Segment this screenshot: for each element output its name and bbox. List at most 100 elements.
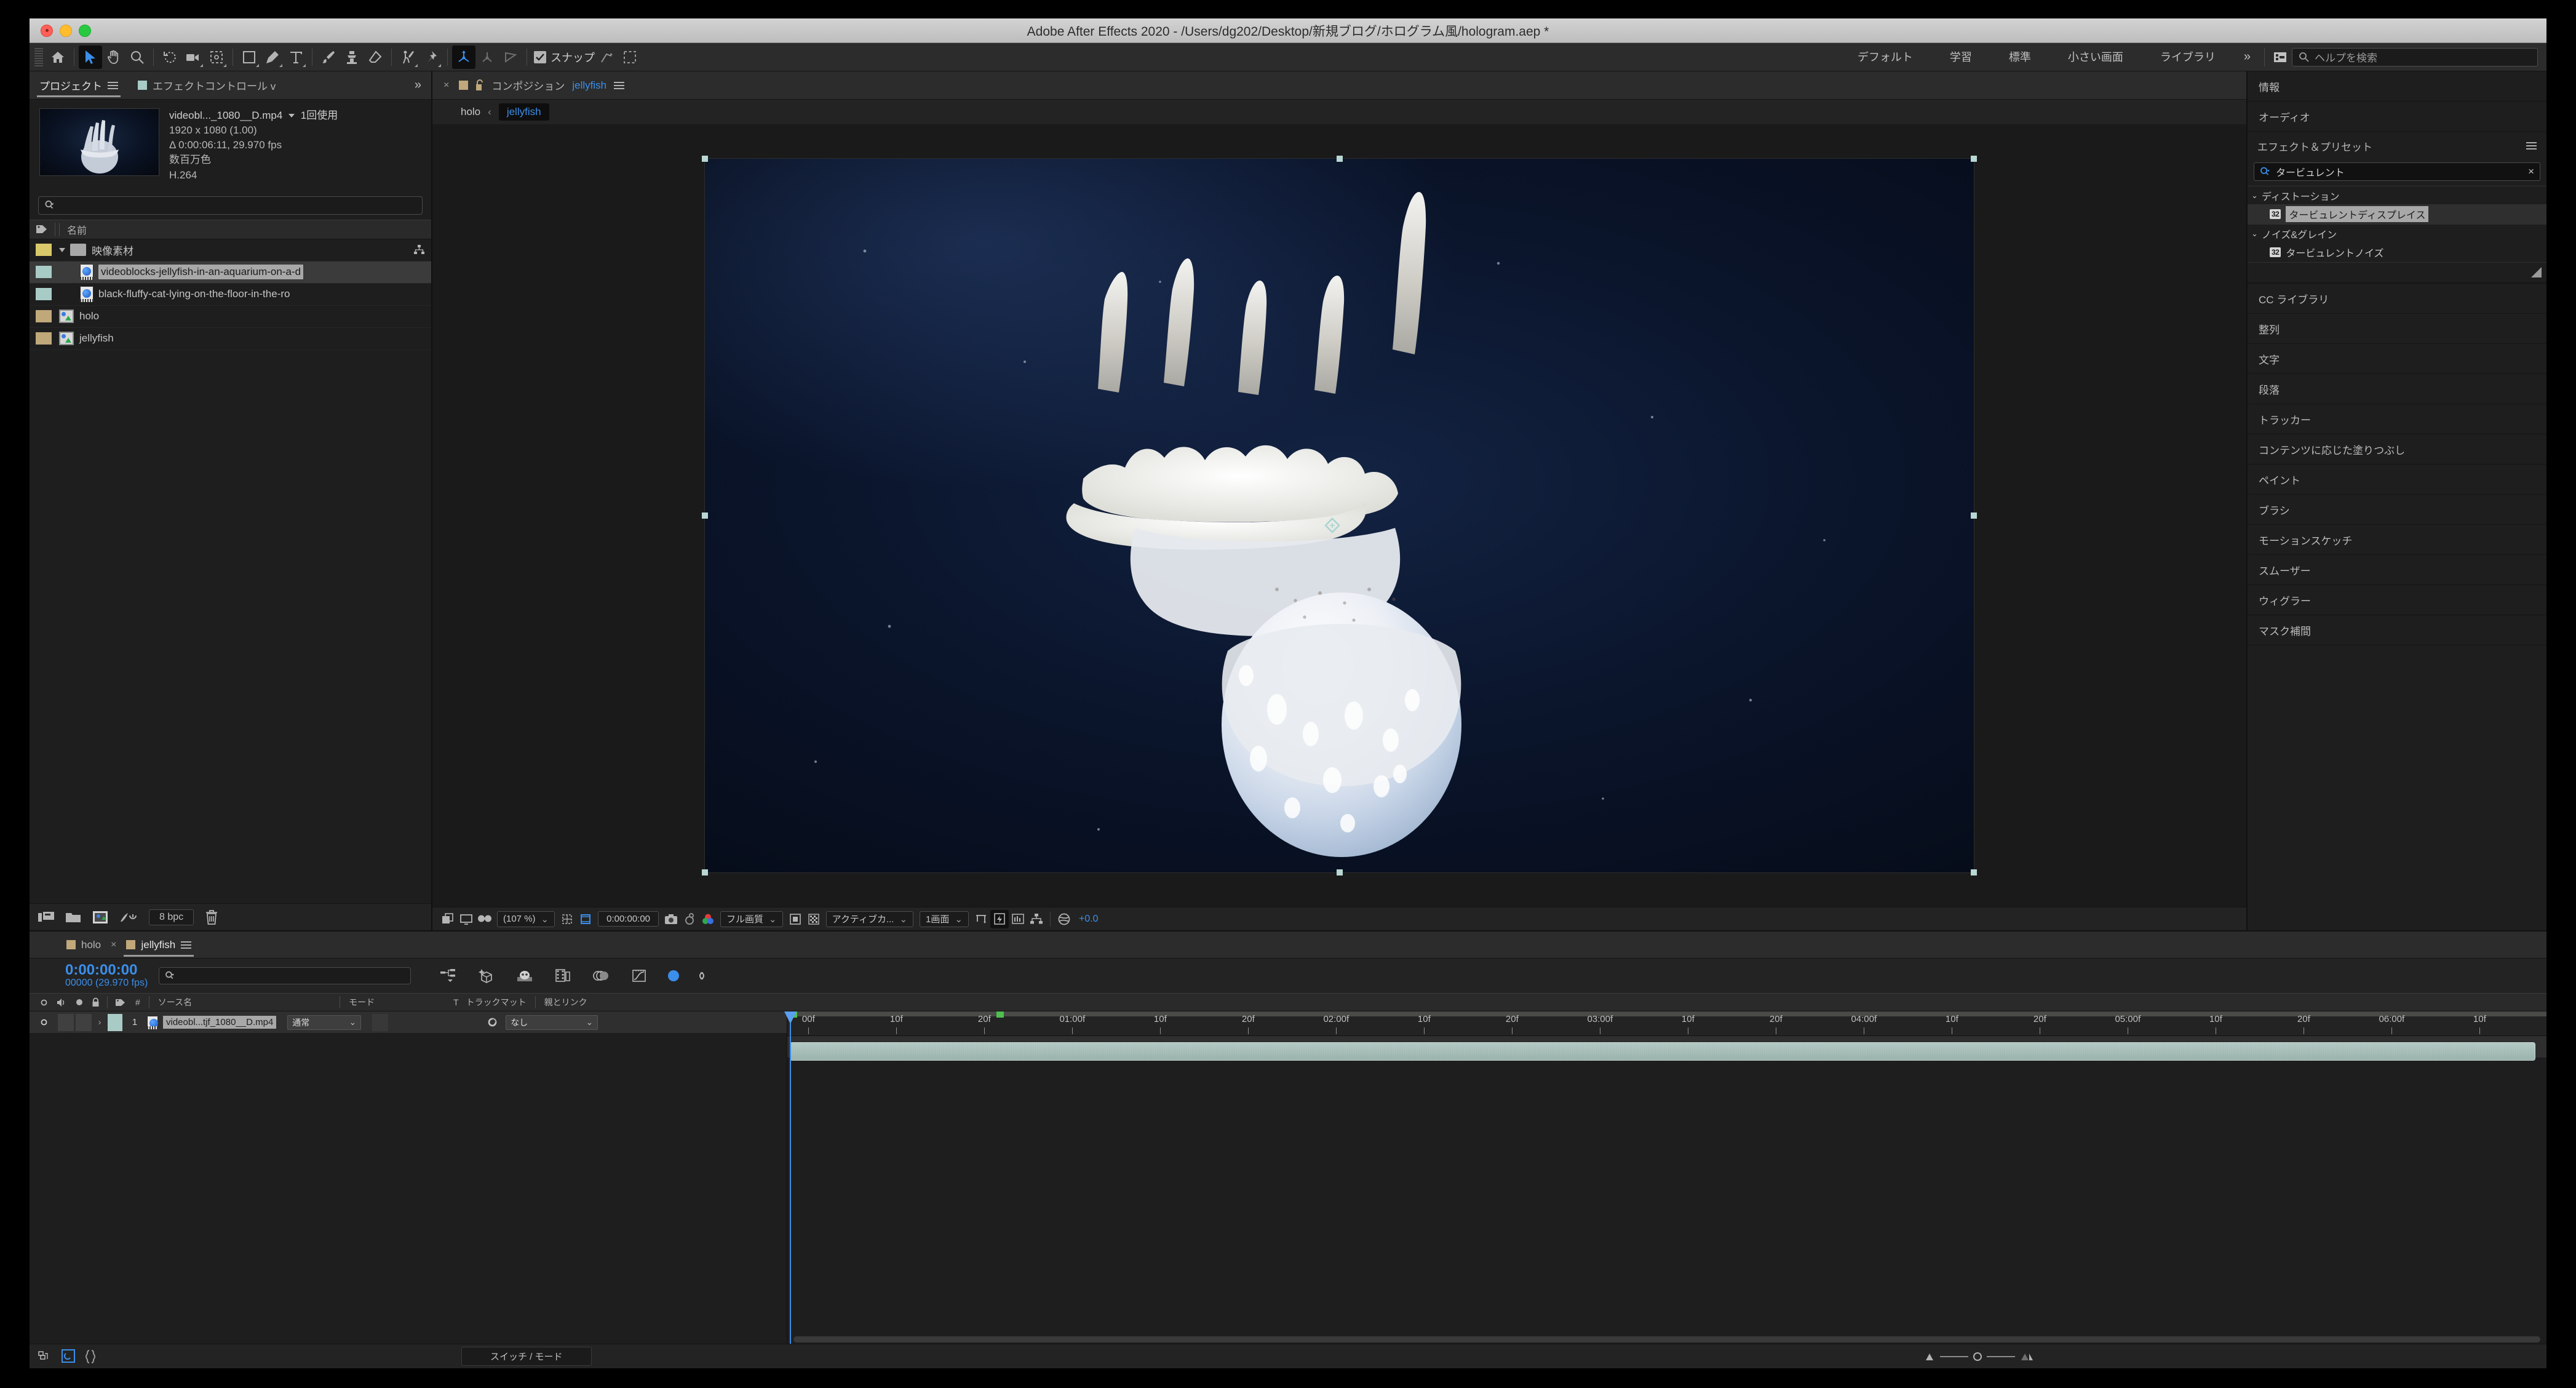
hierarchy-icon[interactable] (413, 244, 425, 255)
fast-previews-icon[interactable] (990, 909, 1009, 928)
tools-toolbar[interactable]: スナップ デフォルト 学習 標準 小さい画面 ライブラリ » ヘルプを検索 (30, 43, 2546, 71)
panel-paragraph[interactable]: 段落 (2248, 374, 2546, 404)
project-item-list[interactable]: 名前 映像素材 videoblocks-jellyfish-in-an-aqua… (30, 219, 431, 903)
help-search-input[interactable]: ヘルプを検索 (2292, 47, 2538, 66)
world-axis-mode-icon[interactable] (475, 46, 499, 69)
motion-blur-icon[interactable] (590, 965, 611, 986)
exposure-icon[interactable] (1055, 910, 1073, 928)
transparency-grid-icon[interactable] (805, 910, 823, 928)
toggle-transparency-grid-icon[interactable] (439, 910, 457, 928)
snapping-toggle[interactable]: スナップ (534, 49, 595, 65)
project-search-input[interactable] (38, 196, 423, 215)
local-axis-mode-icon[interactable] (452, 45, 475, 69)
current-time-indicator[interactable] (790, 1011, 791, 1344)
workspace-standard[interactable]: 標準 (1990, 43, 2049, 71)
snap-bounds-icon[interactable] (618, 46, 642, 69)
interpret-footage-icon[interactable] (38, 911, 54, 924)
project-tabs-overflow-icon[interactable]: » (405, 78, 431, 92)
work-area-bar[interactable] (787, 1011, 2546, 1016)
tab-composition[interactable]: コンポジション jellyfish (449, 71, 634, 100)
panel-content-aware-fill[interactable]: コンテンツに応じた塗りつぶし (2248, 434, 2546, 465)
list-item[interactable]: black-fluffy-cat-lying-on-the-floor-in-t… (30, 284, 431, 306)
type-tool-icon[interactable] (284, 46, 308, 69)
effects-category[interactable]: ⌄ ノイズ&グレイン (2248, 224, 2546, 242)
selection-handle[interactable] (702, 156, 708, 162)
show-snapshot-icon[interactable] (680, 910, 699, 928)
puppet-pin-tool-icon[interactable] (419, 46, 443, 69)
view-layout-select[interactable]: アクティブカ... ⌄ (825, 911, 914, 927)
list-item[interactable]: videoblocks-jellyfish-in-an-aquarium-on-… (30, 261, 431, 284)
view-axis-mode-icon[interactable] (499, 46, 522, 69)
zoom-level-select[interactable]: (107 %) ⌄ (497, 911, 555, 927)
panel-wiggler[interactable]: ウィグラー (2248, 585, 2546, 615)
panel-menu-icon[interactable] (2526, 142, 2537, 150)
timeline-horizontal-scrollbar[interactable] (793, 1336, 2540, 1342)
selection-handle[interactable] (1971, 869, 1977, 875)
expression-braces-icon[interactable] (85, 1349, 96, 1364)
channel-select-icon[interactable] (699, 910, 717, 928)
timeline-tab-jellyfish[interactable]: jellyfish (116, 931, 201, 959)
timeline-zoom-slider[interactable] (1924, 1352, 2033, 1362)
track-matte-swatch[interactable] (372, 1013, 389, 1031)
list-item[interactable]: jellyfish (30, 328, 431, 350)
breadcrumb-current[interactable]: jellyfish (498, 103, 549, 121)
motion-blur-toggle-icon[interactable] (663, 965, 684, 986)
close-tab-icon[interactable]: × (443, 80, 449, 91)
new-composition-icon[interactable] (92, 911, 108, 924)
composition-breadcrumb[interactable]: holo ‹ jellyfish (432, 100, 2246, 124)
panel-menu-icon[interactable] (181, 941, 192, 949)
rectangle-tool-icon[interactable] (237, 46, 261, 69)
snap-checkbox-icon[interactable] (534, 50, 546, 63)
panel-cc-libraries[interactable]: CC ライブラリ (2248, 284, 2546, 314)
selection-handle[interactable] (1971, 513, 1977, 519)
zoom-slider-knob[interactable] (1973, 1352, 1982, 1361)
panel-mask-interpolation[interactable]: マスク補間 (2248, 615, 2546, 645)
toolbar-grip[interactable] (34, 47, 43, 66)
composition-viewer[interactable] (432, 124, 2246, 907)
layer-blend-mode-select[interactable]: 通常 ⌄ (287, 1015, 362, 1030)
close-window-button[interactable] (41, 24, 53, 37)
label-color-swatch[interactable] (36, 266, 52, 279)
comp-flowchart-icon[interactable] (1027, 910, 1046, 928)
label-color-swatch[interactable] (108, 1013, 122, 1031)
timecode-display[interactable]: 0:00:00:00 00000 (29.970 fps) (65, 963, 148, 989)
label-color-swatch[interactable] (36, 332, 52, 345)
timeline-graph-icon[interactable] (1009, 910, 1027, 928)
parent-pickwhip-icon[interactable] (487, 1016, 498, 1028)
take-snapshot-icon[interactable] (662, 910, 680, 928)
pan-behind-tool-icon[interactable] (205, 46, 228, 69)
home-icon[interactable] (46, 46, 70, 69)
panel-align[interactable]: 整列 (2248, 314, 2546, 344)
workspace-overflow-icon[interactable]: » (2234, 50, 2260, 64)
panel-resize-grip[interactable] (2248, 262, 2546, 283)
selection-handle[interactable] (702, 513, 708, 519)
panel-smoother[interactable]: スムーザー (2248, 555, 2546, 585)
pen-tool-icon[interactable] (261, 46, 284, 69)
maximize-window-button[interactable] (79, 24, 91, 37)
layer-duration-bar[interactable] (790, 1042, 2535, 1061)
clear-search-icon[interactable]: × (2528, 166, 2534, 178)
composition-viewer-toolbar[interactable]: (107 %) ⌄ 0:00:00:00 フル画質 ⌄ アクティブカ... ⌄ … (432, 907, 2246, 930)
composition-panel-tabs[interactable]: × コンポジション jellyfish (432, 71, 2246, 100)
project-panel-footer[interactable]: 8 bpc (30, 903, 431, 930)
bit-depth-button[interactable]: 8 bpc (149, 909, 194, 925)
eraser-tool-icon[interactable] (364, 46, 387, 69)
panel-menu-icon[interactable] (108, 81, 118, 89)
resolution-select[interactable]: フル画質 ⌄ (720, 911, 783, 927)
current-time-display[interactable]: 0:00:00:00 (598, 911, 659, 927)
panel-character[interactable]: 文字 (2248, 344, 2546, 374)
workspace-library[interactable]: ライブラリ (2142, 43, 2234, 71)
selection-handle[interactable] (1971, 156, 1977, 162)
toggle-switches-modes-icon[interactable] (62, 1349, 76, 1364)
switches-modes-button[interactable]: スイッチ / モード (461, 1347, 592, 1366)
camera-tool-icon[interactable] (181, 46, 205, 69)
layer-list[interactable]: › 1 videobl...tjf_1080__D.mp4 通常 ⌄ なし ⌄ (30, 1011, 787, 1344)
lock-icon[interactable] (475, 79, 484, 91)
workspace-small-screen[interactable]: 小さい画面 (2049, 43, 2142, 71)
link-icon[interactable] (691, 965, 712, 986)
effect-item-turbulent-noise[interactable]: 32 タービュレントノイズ (2248, 242, 2546, 262)
snap-vertex-icon[interactable] (595, 46, 618, 69)
new-folder-icon[interactable] (65, 911, 81, 923)
expand-layer-icon[interactable]: › (92, 1017, 108, 1027)
panel-audio[interactable]: オーディオ (2248, 102, 2546, 132)
